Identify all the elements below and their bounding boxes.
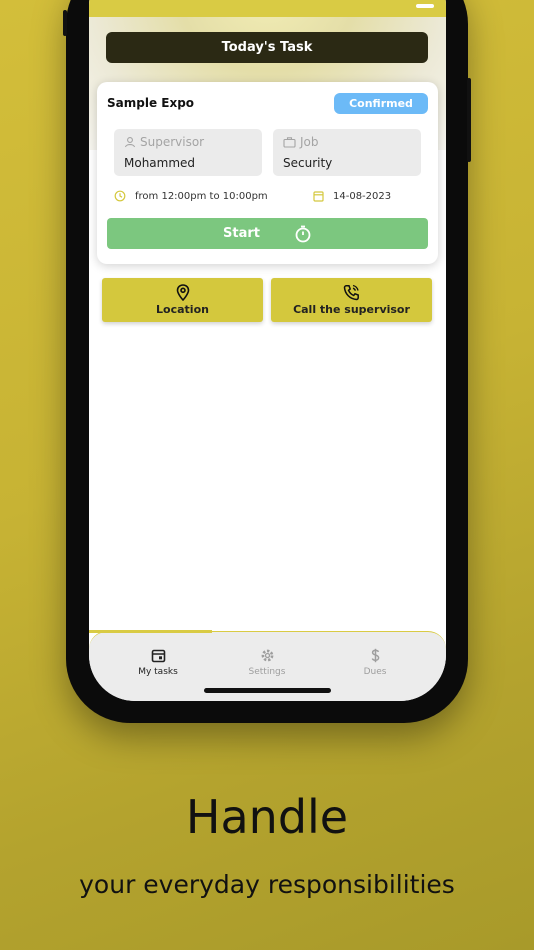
- job-label-row: Job: [283, 135, 319, 149]
- supervisor-label-row: Supervisor: [124, 135, 204, 149]
- promo-subline: your everyday responsibilities: [79, 870, 455, 899]
- phone-call-icon: [343, 284, 359, 301]
- supervisor-field: Supervisor Mohammed: [114, 129, 262, 176]
- start-label: Start: [223, 226, 260, 241]
- task-card: Sample Expo Confirmed Supervisor Mohamme…: [97, 82, 438, 264]
- time-range: from 12:00pm to 10:00pm: [135, 190, 268, 202]
- job-label: Job: [300, 135, 319, 149]
- calendar-icon: [313, 191, 324, 202]
- time-row: from 12:00pm to 10:00pm: [114, 190, 268, 202]
- task-name: Sample Expo: [107, 96, 195, 110]
- dollar-icon: [371, 648, 379, 663]
- location-label: Location: [156, 303, 209, 316]
- page-title: Today's Task: [106, 32, 428, 63]
- nav-item-my-tasks[interactable]: My tasks: [118, 648, 198, 677]
- gear-icon: [261, 649, 273, 662]
- supervisor-value: Mohammed: [124, 156, 196, 170]
- user-icon: [124, 137, 136, 148]
- call-label: Call the supervisor: [293, 303, 410, 316]
- job-field: Job Security: [273, 129, 421, 176]
- clock-icon: [114, 190, 126, 202]
- date-row: 14-08-2023: [313, 190, 391, 202]
- supervisor-label: Supervisor: [140, 135, 205, 149]
- app-screen: Today's Task Sample Expo Confirmed Super…: [89, 0, 446, 701]
- nav-item-dues[interactable]: Dues: [335, 648, 415, 677]
- status-badge: Confirmed: [334, 93, 428, 114]
- nav-item-settings[interactable]: Settings: [227, 648, 307, 677]
- nav-label-settings: Settings: [248, 667, 286, 677]
- call-supervisor-button[interactable]: Call the supervisor: [271, 278, 432, 322]
- location-pin-icon: [176, 284, 189, 301]
- top-app-bar: [89, 0, 446, 17]
- stopwatch-icon: [295, 225, 311, 242]
- side-button-right: [467, 78, 471, 162]
- nav-label-my-tasks: My tasks: [138, 667, 178, 677]
- job-value: Security: [283, 156, 333, 170]
- promo-headline: Handle: [185, 790, 349, 844]
- nav-active-indicator: [89, 630, 212, 633]
- side-button-left: [63, 10, 67, 36]
- task-date: 14-08-2023: [333, 190, 392, 202]
- menu-icon[interactable]: [416, 4, 434, 8]
- start-button[interactable]: Start: [107, 218, 428, 249]
- briefcase-icon: [283, 137, 296, 148]
- calendar-icon: [151, 649, 165, 663]
- location-button[interactable]: Location: [102, 278, 263, 322]
- nav-label-dues: Dues: [363, 667, 387, 677]
- home-indicator: [204, 688, 331, 693]
